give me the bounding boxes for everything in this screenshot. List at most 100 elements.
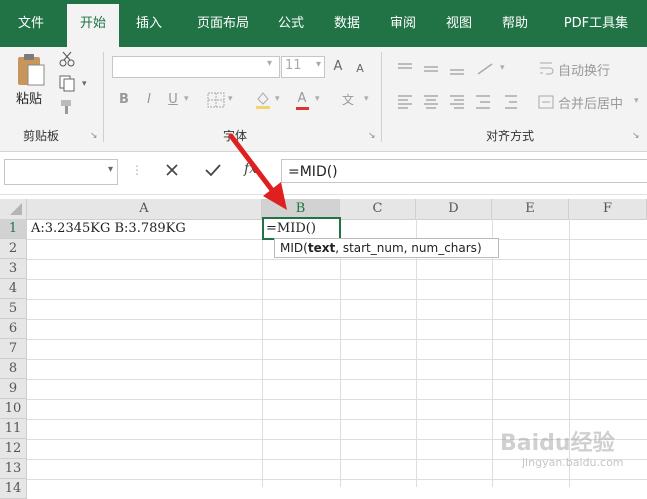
column-header-f[interactable]: F	[569, 199, 647, 219]
grid-line	[416, 219, 417, 487]
column-header-e[interactable]: E	[492, 199, 569, 219]
column-header-c[interactable]: C	[340, 199, 416, 219]
paste-icon[interactable]	[14, 52, 48, 88]
grid-line	[27, 319, 647, 320]
wrap-text-button[interactable]: 自动换行	[558, 60, 610, 79]
column-header-d[interactable]: D	[416, 199, 492, 219]
grid-line	[492, 219, 493, 487]
underline-dropdown-icon[interactable]: ▾	[184, 94, 189, 104]
clipboard-launcher-icon[interactable]: ↘	[90, 131, 98, 141]
phonetic-dropdown-icon[interactable]: ▾	[364, 94, 369, 104]
align-launcher-icon[interactable]: ↘	[632, 131, 640, 141]
ribbon-separator	[381, 52, 382, 142]
fill-color-icon[interactable]	[254, 90, 272, 110]
enter-icon[interactable]	[204, 162, 222, 178]
row-header[interactable]: 8	[0, 359, 27, 379]
borders-dropdown-icon[interactable]: ▾	[228, 94, 233, 104]
align-group-label: 对齐方式	[485, 129, 534, 143]
grid-line	[27, 339, 647, 340]
row-header[interactable]: 2	[0, 239, 27, 259]
decrease-font-icon[interactable]: A	[353, 59, 367, 79]
tab-home[interactable]: 开始	[67, 4, 119, 47]
grid-line	[340, 219, 341, 487]
tab-page-layout[interactable]: 页面布局	[180, 0, 266, 47]
italic-button[interactable]: I	[141, 90, 157, 110]
merge-dropdown-icon[interactable]: ▾	[634, 96, 639, 106]
tab-insert[interactable]: 插入	[124, 0, 174, 47]
copy-dropdown-icon[interactable]: ▾	[82, 79, 87, 89]
bold-button[interactable]: B	[116, 90, 132, 110]
select-all-button[interactable]	[0, 199, 27, 219]
row-header[interactable]: 11	[0, 419, 27, 439]
function-tooltip: MID(text, start_num, num_chars)	[274, 238, 499, 258]
grid-line	[27, 399, 647, 400]
row-header[interactable]: 10	[0, 399, 27, 419]
formula-bar-grip-icon: ⋮	[131, 163, 143, 177]
row-header[interactable]: 5	[0, 299, 27, 319]
vertical-align-icons[interactable]	[396, 60, 502, 78]
grid-line	[27, 379, 647, 380]
annotation-arrow-icon	[225, 130, 295, 214]
watermark-logo: Baidu经验	[500, 431, 615, 456]
font-name-box[interactable]	[112, 56, 280, 78]
row-header[interactable]: 14	[0, 479, 27, 499]
merge-center-icon[interactable]	[538, 94, 554, 110]
cell-a1[interactable]: A:3.2345KG B:3.789KG	[31, 219, 186, 239]
font-color-icon[interactable]: A	[294, 89, 310, 109]
font-name-dropdown-icon[interactable]: ▾	[267, 58, 272, 69]
row-header[interactable]: 4	[0, 279, 27, 299]
row-header[interactable]: 12	[0, 439, 27, 459]
row-header[interactable]: 9	[0, 379, 27, 399]
tab-pdf-tools[interactable]: PDF工具集	[548, 0, 644, 47]
font-size-value: 11	[285, 58, 302, 73]
underline-button[interactable]: U	[165, 90, 181, 110]
orientation-dropdown-icon[interactable]: ▾	[500, 63, 505, 73]
copy-icon[interactable]	[58, 74, 76, 92]
font-size-box[interactable]: 11 ▾	[281, 56, 325, 78]
ribbon-separator	[103, 52, 104, 142]
font-launcher-icon[interactable]: ↘	[368, 131, 376, 141]
grid-line	[27, 299, 647, 300]
row-header[interactable]: 13	[0, 459, 27, 479]
font-size-dropdown-icon[interactable]: ▾	[316, 59, 321, 70]
tab-help[interactable]: 帮助	[492, 0, 538, 47]
merge-center-button[interactable]: 合并后居中	[558, 93, 623, 112]
watermark-url: jingyan.baidu.com	[522, 456, 624, 469]
row-header[interactable]: 1	[0, 219, 27, 239]
format-painter-icon[interactable]	[58, 98, 76, 116]
horizontal-align-icons[interactable]	[396, 93, 502, 111]
grid-line	[27, 259, 647, 260]
tooltip-arg-text[interactable]: text	[308, 241, 335, 255]
tab-data[interactable]: 数据	[324, 0, 370, 47]
grid-line	[27, 419, 647, 420]
cut-icon[interactable]	[58, 50, 76, 68]
increase-indent-icon[interactable]	[503, 93, 519, 111]
tab-formulas[interactable]: 公式	[268, 0, 314, 47]
cell-b1-value: =MID()	[266, 221, 316, 236]
row-header[interactable]: 3	[0, 259, 27, 279]
fill-color-dropdown-icon[interactable]: ▾	[275, 94, 280, 104]
tab-file[interactable]: 文件	[6, 0, 56, 47]
row-header[interactable]: 7	[0, 339, 27, 359]
paste-label[interactable]: 粘贴	[16, 88, 42, 107]
clipboard-group-label: 剪贴板	[22, 129, 59, 143]
formula-input[interactable]: =MID()	[281, 159, 647, 183]
grid-line	[262, 219, 263, 487]
tab-view[interactable]: 视图	[436, 0, 482, 47]
name-box-dropdown-icon[interactable]: ▾	[108, 164, 113, 175]
grid-line	[27, 279, 647, 280]
cancel-icon[interactable]	[164, 162, 180, 178]
active-cell-b1[interactable]: =MID()	[262, 217, 341, 240]
font-color-dropdown-icon[interactable]: ▾	[315, 94, 320, 104]
borders-icon[interactable]	[207, 92, 225, 108]
name-box[interactable]: ▾	[4, 159, 118, 185]
row-header[interactable]: 6	[0, 319, 27, 339]
phonetic-icon[interactable]: 文	[340, 90, 356, 110]
grid-line	[27, 359, 647, 360]
tooltip-args-rest: , start_num, num_chars)	[335, 241, 482, 255]
tab-review[interactable]: 审阅	[380, 0, 426, 47]
wrap-text-icon[interactable]	[538, 60, 554, 76]
grid-line	[27, 479, 647, 480]
font-color-swatch	[296, 107, 309, 110]
increase-font-icon[interactable]: A	[330, 57, 346, 77]
